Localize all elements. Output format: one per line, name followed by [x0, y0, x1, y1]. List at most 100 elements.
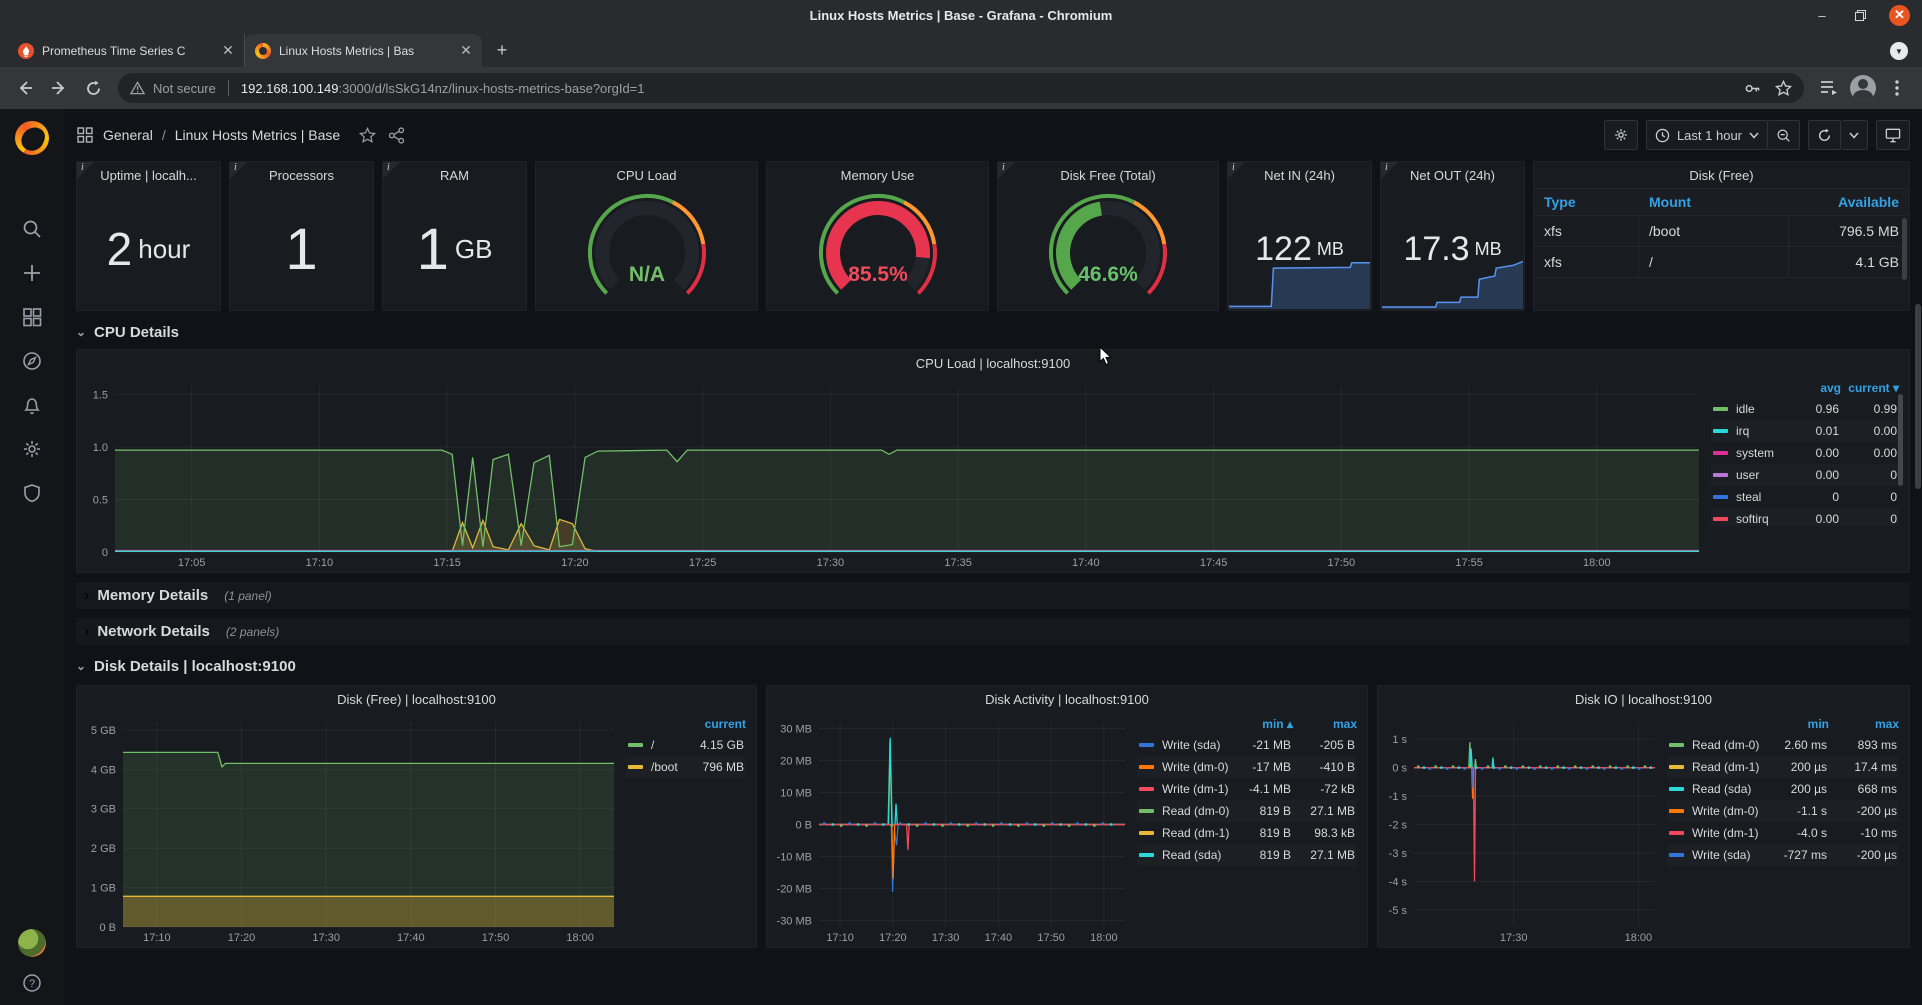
panel-disk-free-table[interactable]: Disk (Free) Type Mount Available xfs/boo…: [1533, 161, 1910, 311]
tab-prometheus[interactable]: Prometheus Time Series C ✕: [8, 34, 245, 67]
info-corner-icon[interactable]: [1381, 162, 1398, 179]
info-corner-icon[interactable]: [383, 162, 400, 179]
forward-button[interactable]: [44, 73, 74, 103]
legend-row[interactable]: Write (dm-0)-1.1 s-200 µs: [1667, 800, 1899, 822]
admin-shield-icon[interactable]: [20, 481, 44, 505]
refresh-interval-dropdown[interactable]: [1841, 120, 1868, 150]
legend-row[interactable]: idle0.960.99: [1711, 398, 1899, 420]
panel-disk-io-chart[interactable]: Disk IO | localhost:9100 17:3018:00-5 s-…: [1377, 685, 1910, 948]
panel-net-in[interactable]: i Net IN (24h) 122MB: [1227, 161, 1372, 311]
legend-row[interactable]: Read (sda)200 µs668 ms: [1667, 778, 1899, 800]
legend-scrollbar[interactable]: [1898, 394, 1903, 486]
legend-row[interactable]: softirq0.000: [1711, 508, 1899, 526]
alerting-bell-icon[interactable]: [20, 393, 44, 417]
close-button[interactable]: ✕: [1889, 5, 1910, 26]
info-corner-icon[interactable]: [230, 162, 247, 179]
panel-net-out[interactable]: i Net OUT (24h) 17.3MB: [1380, 161, 1525, 311]
legend-row[interactable]: Write (dm-0)-17 MB-410 B: [1137, 756, 1357, 778]
dashboards-icon[interactable]: [20, 305, 44, 329]
panel-cpu-load-gauge[interactable]: CPU Load N/A: [535, 161, 758, 311]
grafana-logo[interactable]: [15, 121, 49, 155]
password-key-icon[interactable]: [1744, 80, 1761, 97]
panel-disk-free-chart[interactable]: Disk (Free) | localhost:9100 17:1017:201…: [76, 685, 757, 948]
legend-column-max[interactable]: max: [1829, 717, 1899, 731]
column-header-mount[interactable]: Mount: [1639, 189, 1789, 215]
disk-io-chart[interactable]: 17:3018:00-5 s-4 s-3 s-2 s-1 s0 s1 s: [1380, 714, 1663, 945]
zoom-out-button[interactable]: [1768, 120, 1800, 150]
legend-row[interactable]: system0.000.00: [1711, 442, 1899, 464]
search-icon[interactable]: [20, 217, 44, 241]
tab-grafana[interactable]: Linux Hosts Metrics | Bas ✕: [245, 34, 482, 67]
legend-row[interactable]: Write (sda)-727 ms-200 µs: [1667, 844, 1899, 866]
reload-button[interactable]: [78, 73, 108, 103]
panel-disk-free-gauge[interactable]: i Disk Free (Total) 46.6%: [997, 161, 1219, 311]
legend-column-avg[interactable]: avg: [1789, 381, 1841, 395]
legend-row[interactable]: Read (dm-1)819 B98.3 kB: [1137, 822, 1357, 844]
share-icon[interactable]: [388, 127, 405, 144]
column-header-available[interactable]: Available: [1789, 189, 1909, 215]
panel-title: Disk IO | localhost:9100: [1378, 686, 1909, 712]
browser-menu-button[interactable]: [1882, 73, 1912, 103]
section-cpu-details[interactable]: ⌄ CPU Details: [76, 317, 1910, 347]
time-range-picker[interactable]: Last 1 hour: [1646, 120, 1768, 150]
legend-row[interactable]: Write (sda)-21 MB-205 B: [1137, 734, 1357, 756]
profile-avatar[interactable]: [1848, 73, 1878, 103]
legend-column-current[interactable]: current ▾: [1841, 381, 1899, 395]
section-memory-details[interactable]: › Memory Details (1 panel): [76, 582, 1910, 609]
legend-row[interactable]: Read (dm-1)200 µs17.4 ms: [1667, 756, 1899, 778]
maximize-button[interactable]: [1851, 6, 1869, 24]
page-scrollbar[interactable]: [1915, 304, 1921, 489]
panel-disk-activity-chart[interactable]: Disk Activity | localhost:9100 17:1017:2…: [766, 685, 1368, 948]
legend-row[interactable]: Read (dm-0)819 B27.1 MB: [1137, 800, 1357, 822]
info-corner-icon[interactable]: [998, 162, 1015, 179]
info-corner-icon[interactable]: [1228, 162, 1245, 179]
panel-processors[interactable]: i Processors 1: [229, 161, 374, 311]
legend-column-current[interactable]: current: [678, 717, 746, 731]
tv-mode-button[interactable]: [1876, 120, 1910, 150]
disk-free-chart[interactable]: 17:1017:2017:3017:4017:5018:000 B1 GB2 G…: [79, 714, 622, 945]
legend-row[interactable]: user0.000: [1711, 464, 1899, 486]
section-disk-details[interactable]: ⌄ Disk Details | localhost:9100: [76, 651, 1910, 681]
reading-list-icon[interactable]: [1814, 73, 1844, 103]
legend-row[interactable]: /boot796 MB: [626, 756, 746, 778]
section-network-details[interactable]: › Network Details (2 panels): [76, 618, 1910, 645]
create-plus-icon[interactable]: [20, 261, 44, 285]
legend-row[interactable]: steal00: [1711, 486, 1899, 508]
explore-compass-icon[interactable]: [20, 349, 44, 373]
new-tab-button[interactable]: +: [488, 36, 516, 64]
help-icon[interactable]: ?: [20, 971, 44, 995]
cpu-load-chart[interactable]: 17:0517:1017:1517:2017:2517:3017:3517:40…: [79, 378, 1707, 570]
legend-row[interactable]: /4.15 GB: [626, 734, 746, 756]
configuration-gear-icon[interactable]: [20, 437, 44, 461]
profile-avatar-icon: [1850, 75, 1876, 101]
legend-column-min[interactable]: min ▴: [1231, 717, 1293, 731]
tab-close-icon[interactable]: ✕: [458, 42, 474, 59]
legend-row[interactable]: Read (dm-0)2.60 ms893 ms: [1667, 734, 1899, 756]
dashboard-settings-button[interactable]: [1604, 120, 1638, 150]
disk-activity-chart[interactable]: 17:1017:2017:3017:4017:5018:00-30 MB-20 …: [769, 714, 1133, 945]
minimize-button[interactable]: –: [1813, 6, 1831, 24]
legend-column-min[interactable]: min: [1765, 717, 1829, 731]
breadcrumb-dashboard[interactable]: Linux Hosts Metrics | Base: [175, 127, 340, 143]
info-corner-icon[interactable]: [77, 162, 94, 179]
table-scrollbar[interactable]: [1902, 218, 1907, 280]
tab-search-button[interactable]: ▼: [1890, 42, 1908, 60]
tab-close-icon[interactable]: ✕: [220, 42, 236, 59]
legend-row[interactable]: Write (dm-1)-4.1 MB-72 kB: [1137, 778, 1357, 800]
bookmark-star-icon[interactable]: [1775, 80, 1792, 97]
legend-row[interactable]: Write (dm-1)-4.0 s-10 ms: [1667, 822, 1899, 844]
legend-row[interactable]: Read (sda)819 B27.1 MB: [1137, 844, 1357, 866]
breadcrumb-folder[interactable]: General: [103, 127, 153, 143]
url-bar[interactable]: Not secure 192.168.100.149:3000/d/lsSkG1…: [118, 73, 1804, 103]
back-button[interactable]: [10, 73, 40, 103]
panel-uptime[interactable]: i Uptime | localh... 2hour: [76, 161, 221, 311]
column-header-type[interactable]: Type: [1534, 189, 1639, 215]
panel-memory-use-gauge[interactable]: Memory Use 85.5%: [766, 161, 989, 311]
user-avatar[interactable]: [18, 929, 46, 957]
refresh-button[interactable]: [1808, 120, 1841, 150]
favorite-star-icon[interactable]: [359, 127, 376, 144]
legend-column-max[interactable]: max: [1293, 717, 1357, 731]
panel-cpu-load-chart[interactable]: CPU Load | localhost:9100 17:0517:1017:1…: [76, 349, 1910, 573]
legend-row[interactable]: irq0.010.00: [1711, 420, 1899, 442]
panel-ram[interactable]: i RAM 1GB: [382, 161, 527, 311]
